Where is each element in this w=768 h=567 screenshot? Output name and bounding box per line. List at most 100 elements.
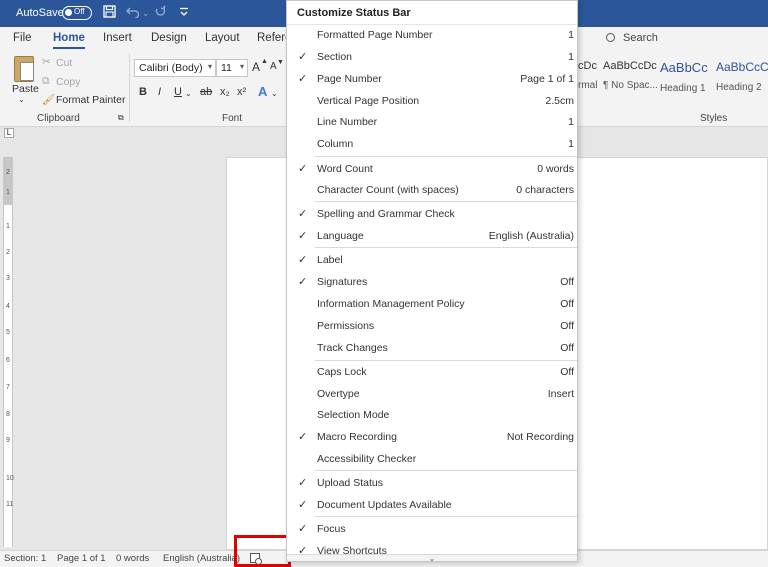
superscript-button[interactable]: x² xyxy=(237,86,246,98)
checkmark-icon: ✓ xyxy=(298,276,308,288)
menu-item-character-count[interactable]: Character Count (with spaces) 0 character… xyxy=(287,180,577,200)
menu-item-macro-recording[interactable]: ✓ Macro Recording Not Recording xyxy=(287,427,577,447)
autosave-label: AutoSave xyxy=(16,7,64,19)
menu-item-overtype[interactable]: Overtype Insert xyxy=(287,384,577,404)
font-name-combo[interactable]: Calibri (Body) ▾ xyxy=(134,59,216,77)
menu-item-word-count[interactable]: ✓ Word Count 0 words xyxy=(287,159,577,179)
customize-status-bar-menu: Customize Status Bar Formatted Page Numb… xyxy=(286,0,578,562)
menu-item-accessibility-checker[interactable]: Accessibility Checker xyxy=(287,449,577,469)
paste-dropdown-icon[interactable]: ⌄ xyxy=(18,95,25,104)
ruler-margin-shade xyxy=(4,157,12,205)
menu-item-value: English (Australia) xyxy=(488,230,574,242)
menu-item-vertical-page-position[interactable]: Vertical Page Position 2.5cm xyxy=(287,91,577,111)
menu-item-line-number[interactable]: Line Number 1 xyxy=(287,112,577,132)
strikethrough-button[interactable]: ab xyxy=(200,86,212,98)
paste-button[interactable]: Paste xyxy=(12,83,39,95)
menu-item-signatures[interactable]: ✓ Signatures Off xyxy=(287,272,577,292)
tab-selector-icon[interactable]: L xyxy=(4,128,14,138)
ruler-tick: 2 xyxy=(6,169,10,176)
style-sample: AaBbCcC xyxy=(716,60,768,74)
vertical-ruler: 2 1 1 2 3 4 5 6 7 8 9 10 11 xyxy=(3,157,14,547)
subscript-button[interactable]: x₂ xyxy=(220,86,230,98)
menu-item-track-changes[interactable]: Track Changes Off xyxy=(287,338,577,358)
style-name: rmal xyxy=(578,80,598,91)
menu-item-value: Off xyxy=(560,366,574,378)
menu-item-value: 1 xyxy=(568,116,574,128)
underline-button[interactable]: U xyxy=(174,86,182,98)
shrink-font-button[interactable]: A xyxy=(270,61,277,72)
menu-item-label: Character Count (with spaces) xyxy=(317,184,459,196)
style-sample: AaBbCc xyxy=(660,60,708,75)
status-language[interactable]: English (Australia) xyxy=(163,553,240,564)
autosave-toggle[interactable]: Off xyxy=(62,6,92,20)
menu-item-value: 0 characters xyxy=(516,184,574,196)
menu-item-caps-lock[interactable]: Caps Lock Off xyxy=(287,362,577,382)
ruler-tick: 1 xyxy=(6,223,10,230)
status-page-number[interactable]: Page 1 of 1 xyxy=(57,553,106,564)
menu-item-document-updates[interactable]: ✓ Document Updates Available xyxy=(287,495,577,515)
menu-item-label[interactable]: ✓ Label xyxy=(287,250,577,270)
style-name: Heading 1 xyxy=(660,83,706,94)
menu-item-upload-status[interactable]: ✓ Upload Status xyxy=(287,473,577,493)
italic-button[interactable]: I xyxy=(158,86,161,98)
styles-group-label: Styles xyxy=(700,113,728,124)
menu-item-page-number[interactable]: ✓ Page Number Page 1 of 1 xyxy=(287,69,577,89)
menu-item-formatted-page-number[interactable]: Formatted Page Number 1 xyxy=(287,25,577,45)
style-sample: AaBbCcDc xyxy=(603,60,657,72)
status-word-count[interactable]: 0 words xyxy=(116,553,149,564)
menu-scroll-down-button[interactable]: ⌄ xyxy=(287,554,577,561)
style-name: ¶ No Spac... xyxy=(603,80,658,91)
undo-dropdown-icon[interactable]: ⌄ xyxy=(142,8,150,19)
status-section[interactable]: Section: 1 xyxy=(4,553,46,564)
ribbon-separator xyxy=(129,54,130,122)
ruler-tick: 8 xyxy=(6,411,10,418)
style-heading-2[interactable]: AaBbCcC Heading 2 xyxy=(716,60,768,102)
menu-item-focus[interactable]: ✓ Focus xyxy=(287,519,577,539)
style-sample: cDc xyxy=(578,60,597,72)
style-normal[interactable]: cDc rmal xyxy=(578,60,598,102)
font-size-combo[interactable]: 11 ▾ xyxy=(216,59,248,77)
tab-insert[interactable]: Insert xyxy=(103,32,132,44)
redo-icon[interactable] xyxy=(155,5,167,21)
cut-button[interactable]: Cut xyxy=(56,57,72,69)
tab-file[interactable]: File xyxy=(13,32,32,44)
menu-item-language[interactable]: ✓ Language English (Australia) xyxy=(287,226,577,246)
autosave-state: Off xyxy=(74,7,85,16)
bold-button[interactable]: B xyxy=(139,86,147,98)
menu-item-label: Signatures xyxy=(317,276,368,288)
customize-quick-access-icon[interactable] xyxy=(179,7,189,20)
menu-item-information-management-policy[interactable]: Information Management Policy Off xyxy=(287,294,577,314)
menu-item-label: Vertical Page Position xyxy=(317,95,420,107)
menu-item-section[interactable]: ✓ Section 1 xyxy=(287,47,577,67)
text-effects-button[interactable]: A xyxy=(258,84,267,99)
save-icon[interactable] xyxy=(103,5,116,21)
copy-icon: ⧉ xyxy=(42,75,50,87)
menu-item-permissions[interactable]: Permissions Off xyxy=(287,316,577,336)
menu-item-label: Macro Recording xyxy=(317,431,397,443)
clipboard-group-label: Clipboard xyxy=(37,113,80,124)
tab-layout[interactable]: Layout xyxy=(205,32,240,44)
menu-item-value: Page 1 of 1 xyxy=(520,73,574,85)
menu-item-label: Label xyxy=(317,254,343,266)
tab-design[interactable]: Design xyxy=(151,32,187,44)
tab-home[interactable]: Home xyxy=(53,32,85,49)
copy-button[interactable]: Copy xyxy=(56,76,81,88)
menu-item-value: Off xyxy=(560,342,574,354)
grow-font-button[interactable]: A xyxy=(252,60,260,74)
clipboard-launcher-icon[interactable]: ⧉ xyxy=(118,113,124,123)
format-painter-button[interactable]: Format Painter xyxy=(56,94,125,106)
menu-separator xyxy=(315,516,577,517)
paste-icon[interactable] xyxy=(14,56,34,82)
underline-dropdown-icon[interactable]: ⌄ xyxy=(185,89,192,98)
style-no-spacing[interactable]: AaBbCcDc ¶ No Spac... xyxy=(603,60,660,102)
menu-item-spelling-grammar[interactable]: ✓ Spelling and Grammar Check xyxy=(287,204,577,224)
menu-item-selection-mode[interactable]: Selection Mode xyxy=(287,405,577,425)
style-heading-1[interactable]: AaBbCc Heading 1 xyxy=(660,60,717,102)
undo-icon[interactable] xyxy=(126,5,140,21)
menu-item-column[interactable]: Column 1 xyxy=(287,134,577,154)
text-effects-dropdown-icon[interactable]: ⌄ xyxy=(271,89,278,98)
checkmark-icon: ✓ xyxy=(298,208,308,220)
menu-separator xyxy=(315,247,577,248)
ruler-tick: 11 xyxy=(6,501,14,508)
search-box[interactable]: Search xyxy=(606,32,658,44)
